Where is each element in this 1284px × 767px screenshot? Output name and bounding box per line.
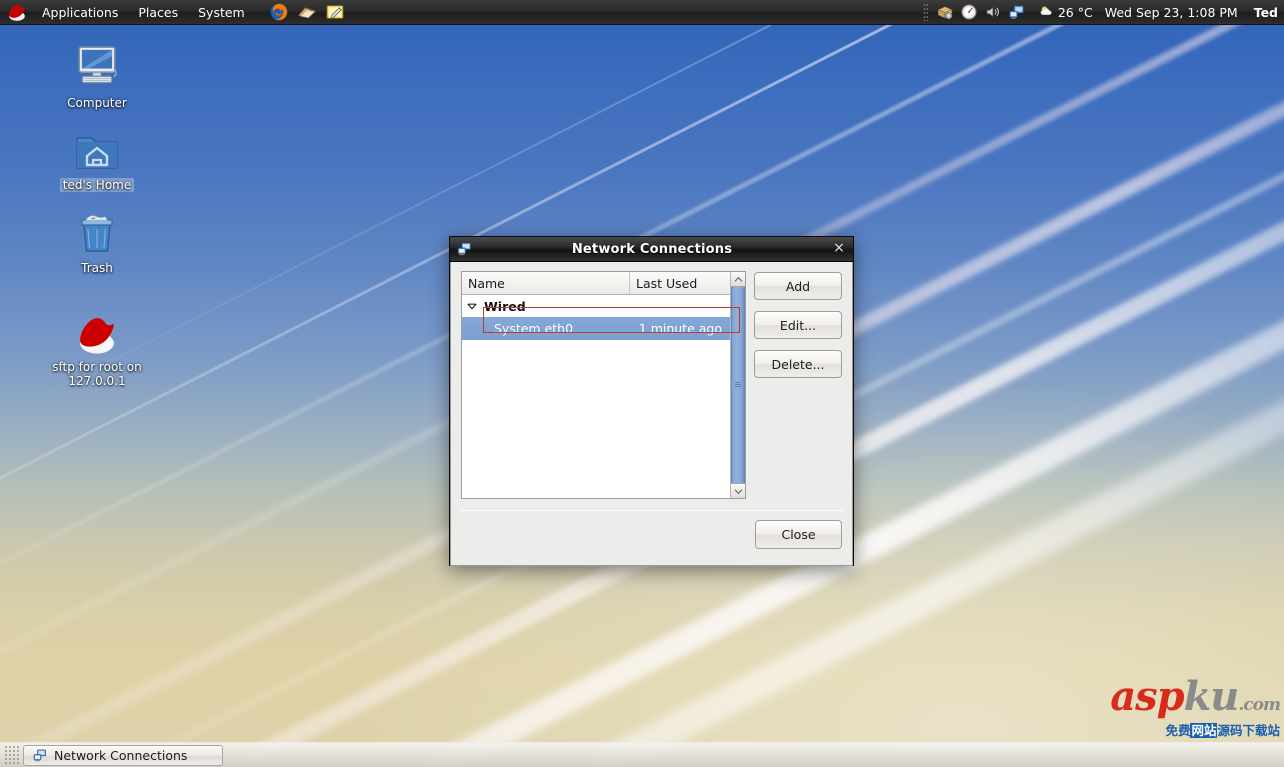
desktop-icon-sftp[interactable]: sftp for root on 127.0.0.1	[42, 305, 152, 389]
desktop-icon-trash[interactable]: Trash	[42, 205, 152, 276]
desktop-icon-label: ted's Home	[60, 178, 135, 192]
taskbar-item-network-connections[interactable]: Network Connections	[23, 745, 223, 766]
network-connection-icon[interactable]	[1006, 2, 1028, 22]
dialog-body: Name Last Used Wired	[450, 262, 853, 566]
redhat-logo-icon[interactable]	[6, 1, 28, 23]
scroll-down-arrow-icon[interactable]	[731, 483, 745, 498]
delete-button[interactable]: Delete...	[754, 350, 842, 378]
connection-group-wired[interactable]: Wired	[462, 295, 730, 317]
desktop-icon-computer[interactable]: Computer	[42, 40, 152, 111]
panel-grip-handle[interactable]	[923, 3, 928, 21]
scroll-up-arrow-icon[interactable]	[731, 272, 745, 287]
trash-full-icon	[42, 205, 152, 257]
computer-icon	[42, 40, 152, 92]
panel-menu-bar: Applications Places System	[0, 0, 255, 24]
desktop-icon-home[interactable]: ted's Home	[42, 122, 152, 193]
panel-notification-area: 26 °C Wed Sep 23, 1:08 PM Ted	[923, 0, 1284, 24]
listview-vertical-scrollbar[interactable]	[730, 272, 745, 498]
desktop-icon-label: Trash	[78, 261, 116, 275]
bottom-panel: Network Connections	[0, 742, 1284, 767]
connection-row-system-eth0[interactable]: System eth0 1 minute ago	[462, 317, 730, 340]
connection-group-label: Wired	[484, 299, 526, 314]
dialog-titlebar[interactable]: Network Connections ×	[450, 237, 853, 262]
weather-applet[interactable]: 26 °C	[1038, 3, 1093, 22]
dialog-separator	[459, 510, 844, 511]
top-panel: Applications Places System	[0, 0, 1284, 25]
triangle-down-icon[interactable]	[466, 300, 478, 312]
network-connections-icon	[32, 748, 48, 763]
menu-system[interactable]: System	[189, 2, 254, 23]
partly-cloudy-icon	[1038, 3, 1055, 22]
edit-button[interactable]: Edit...	[754, 311, 842, 339]
column-header-name[interactable]: Name	[462, 272, 630, 294]
system-monitor-icon[interactable]	[958, 2, 980, 22]
text-editor-launcher-icon[interactable]	[323, 1, 347, 23]
taskbar-item-label: Network Connections	[54, 748, 187, 763]
panel-launchers	[265, 1, 349, 23]
scrollbar-thumb[interactable]	[731, 287, 745, 483]
connections-listview[interactable]: Name Last Used Wired	[462, 272, 730, 498]
listview-rows: Wired System eth0 1 minute ago	[462, 295, 730, 498]
evolution-mail-launcher-icon[interactable]	[295, 1, 319, 23]
network-connections-icon	[456, 241, 473, 257]
desktop-icon-label: sftp for root on 127.0.0.1	[42, 360, 152, 388]
close-icon[interactable]: ×	[831, 241, 847, 257]
menu-applications[interactable]: Applications	[33, 2, 127, 23]
column-header-last-used[interactable]: Last Used	[630, 272, 730, 294]
close-button[interactable]: Close	[755, 520, 842, 549]
connection-last-used: 1 minute ago	[630, 321, 730, 336]
dialog-footer: Close	[755, 520, 842, 549]
desktop-screen: Applications Places System	[0, 0, 1284, 767]
dialog-title: Network Connections	[473, 242, 831, 257]
menu-places[interactable]: Places	[129, 2, 187, 23]
network-connections-dialog: Network Connections × Name Last Used	[449, 236, 854, 566]
package-updater-icon[interactable]	[934, 2, 956, 22]
listview-header: Name Last Used	[462, 272, 730, 295]
dialog-action-buttons: Add Edit... Delete...	[754, 271, 842, 499]
firefox-launcher-icon[interactable]	[267, 1, 291, 23]
clock-applet[interactable]: Wed Sep 23, 1:08 PM	[1105, 5, 1238, 20]
connection-name: System eth0	[462, 321, 630, 336]
desktop-icon-label: Computer	[64, 96, 130, 110]
user-menu[interactable]: Ted	[1254, 5, 1278, 20]
dialog-main-area: Name Last Used Wired	[461, 271, 842, 499]
home-folder-icon	[42, 122, 152, 174]
add-button[interactable]: Add	[754, 272, 842, 300]
volume-speaker-icon[interactable]	[982, 2, 1004, 22]
redhat-mount-icon	[42, 305, 152, 357]
connections-listview-frame: Name Last Used Wired	[461, 271, 746, 499]
show-desktop-button[interactable]	[4, 745, 20, 766]
weather-temperature: 26 °C	[1058, 5, 1093, 20]
